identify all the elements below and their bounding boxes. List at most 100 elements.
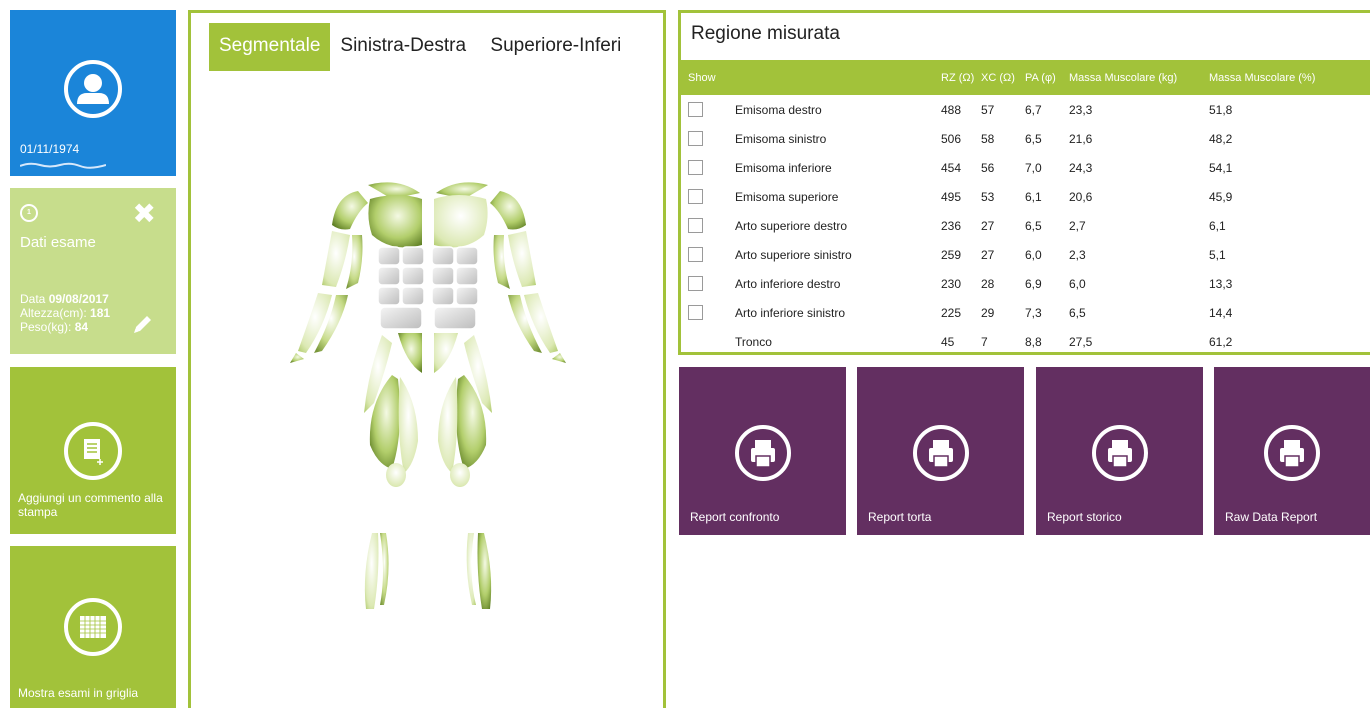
view-tabs: Segmentale Sinistra-Destra Superiore-Inf… <box>209 23 620 71</box>
printer-icon <box>734 425 791 481</box>
col-show: Show <box>688 71 716 84</box>
region-name: Tronco <box>735 334 772 349</box>
cell-mkg: 20,6 <box>1069 189 1093 204</box>
col-rz: RZ (Ω) <box>941 71 975 84</box>
show-grid-button[interactable]: Mostra esami in griglia <box>10 546 176 708</box>
table-row: Emisoma superiore 495 53 6,1 20,6 45,9 <box>681 182 1370 211</box>
cell-mpct: 45,9 <box>1209 189 1233 204</box>
report-label: Raw Data Report <box>1225 510 1318 524</box>
cell-pa: 6,9 <box>1025 276 1042 291</box>
col-muscle-pct: Massa Muscolare (%) <box>1209 71 1316 84</box>
cell-mpct: 5,1 <box>1209 247 1226 262</box>
exam-weight-value: 84 <box>74 320 89 334</box>
region-name: Arto superiore destro <box>735 218 848 233</box>
raw-data-report-button[interactable]: Raw Data Report <box>1214 367 1370 535</box>
region-name: Arto superiore sinistro <box>735 247 852 262</box>
report-confronto-button[interactable]: Report confronto <box>679 367 846 535</box>
cell-mkg: 24,3 <box>1069 160 1093 175</box>
grid-icon <box>64 598 122 656</box>
show-checkbox[interactable] <box>688 102 703 118</box>
show-cell <box>681 182 735 211</box>
cell-xc: 29 <box>981 305 995 320</box>
cell-mpct: 6,1 <box>1209 218 1226 233</box>
cell-mpct: 14,4 <box>1209 305 1233 320</box>
close-icon[interactable]: ✖ <box>133 200 156 228</box>
exam-title: Dati esame <box>20 234 96 251</box>
exam-weight-line: Peso(kg): 84 <box>20 320 88 334</box>
cell-rz: 259 <box>941 247 962 262</box>
show-checkbox[interactable] <box>688 160 703 176</box>
cell-xc: 57 <box>981 102 995 117</box>
region-name: Emisoma sinistro <box>735 131 827 146</box>
show-cell <box>681 240 735 269</box>
region-panel: Regione misurata Show RZ (Ω) XC (Ω) PA (… <box>678 10 1370 355</box>
cell-pa: 6,0 <box>1025 247 1042 262</box>
report-label: Report confronto <box>690 510 780 524</box>
printer-icon <box>1264 425 1320 481</box>
cell-xc: 53 <box>981 189 995 204</box>
show-cell <box>681 153 735 182</box>
show-cell <box>681 327 735 356</box>
cell-mkg: 6,5 <box>1069 305 1086 320</box>
show-checkbox[interactable] <box>688 305 703 321</box>
cell-xc: 27 <box>981 218 995 233</box>
table-header-row: Show RZ (Ω) XC (Ω) PA (φ) Massa Muscolar… <box>681 60 1370 95</box>
col-pa: PA (φ) <box>1025 71 1056 84</box>
cell-pa: 7,3 <box>1025 305 1042 320</box>
region-name: Arto inferiore sinistro <box>735 305 846 320</box>
cell-mpct: 51,8 <box>1209 102 1233 117</box>
region-name: Emisoma superiore <box>735 189 839 204</box>
show-checkbox[interactable] <box>688 276 703 292</box>
exam-height-line: Altezza(cm): 181 <box>20 306 110 320</box>
cell-mkg: 2,3 <box>1069 247 1086 262</box>
cell-mpct: 54,1 <box>1209 160 1233 175</box>
table-row: Emisoma destro 488 57 6,7 23,3 51,8 <box>681 95 1370 124</box>
cell-rz: 454 <box>941 160 962 175</box>
region-title: Regione misurata <box>691 23 840 44</box>
cell-rz: 45 <box>941 334 955 349</box>
cell-mpct: 48,2 <box>1209 131 1233 146</box>
tab-segmentale[interactable]: Segmentale <box>209 23 331 71</box>
cell-pa: 7,0 <box>1025 160 1042 175</box>
user-icon <box>64 60 122 118</box>
table-row: Arto superiore sinistro 259 27 6,0 2,3 5,1 <box>681 240 1370 269</box>
tab-sinistra-destra[interactable]: Sinistra-Destra <box>330 23 480 71</box>
table-row: Arto inferiore destro 230 28 6,9 6,0 13,3 <box>681 269 1370 298</box>
exam-weight-label: Peso(kg): <box>20 320 72 334</box>
report-label: Report storico <box>1047 510 1122 524</box>
patient-dob: 01/11/1974 <box>20 142 80 156</box>
cell-xc: 58 <box>981 131 995 146</box>
muscle-body-figure <box>290 182 566 609</box>
cell-pa: 6,1 <box>1025 189 1042 204</box>
cell-rz: 225 <box>941 305 962 320</box>
exam-tile[interactable]: 1 ✖ Dati esame Data 09/08/2017 Altezza(c… <box>10 188 176 354</box>
region-name: Emisoma inferiore <box>735 160 832 175</box>
table-row: Emisoma sinistro 506 58 6,5 21,6 48,2 <box>681 124 1370 153</box>
cell-rz: 506 <box>941 131 962 146</box>
show-cell <box>681 95 735 124</box>
region-table: Show RZ (Ω) XC (Ω) PA (φ) Massa Muscolar… <box>681 60 1370 356</box>
cell-pa: 6,7 <box>1025 102 1042 117</box>
exam-index-badge: 1 <box>20 204 38 222</box>
cell-xc: 56 <box>981 160 995 175</box>
col-muscle-kg: Massa Muscolare (kg) <box>1069 71 1178 84</box>
cell-xc: 28 <box>981 276 995 291</box>
show-cell <box>681 211 735 240</box>
report-torta-button[interactable]: Report torta <box>857 367 1024 535</box>
show-cell <box>681 269 735 298</box>
show-cell <box>681 124 735 153</box>
show-checkbox[interactable] <box>688 189 703 205</box>
report-label: Report torta <box>868 510 932 524</box>
show-checkbox[interactable] <box>688 247 703 263</box>
segment-body-panel: Segmentale Sinistra-Destra Superiore-Inf… <box>188 10 666 708</box>
add-comment-button[interactable]: Aggiungi un commento alla stampa <box>10 367 176 534</box>
report-storico-button[interactable]: Report storico <box>1036 367 1203 535</box>
cell-mkg: 23,3 <box>1069 102 1093 117</box>
col-xc: XC (Ω) <box>981 71 1015 84</box>
cell-mpct: 13,3 <box>1209 276 1233 291</box>
patient-tile[interactable]: 01/11/1974 <box>10 10 176 176</box>
show-checkbox[interactable] <box>688 131 703 147</box>
show-checkbox[interactable] <box>688 218 703 234</box>
tab-superiore-inferiore[interactable]: Superiore-Inferiore <box>480 23 620 71</box>
pencil-icon[interactable] <box>132 313 154 335</box>
